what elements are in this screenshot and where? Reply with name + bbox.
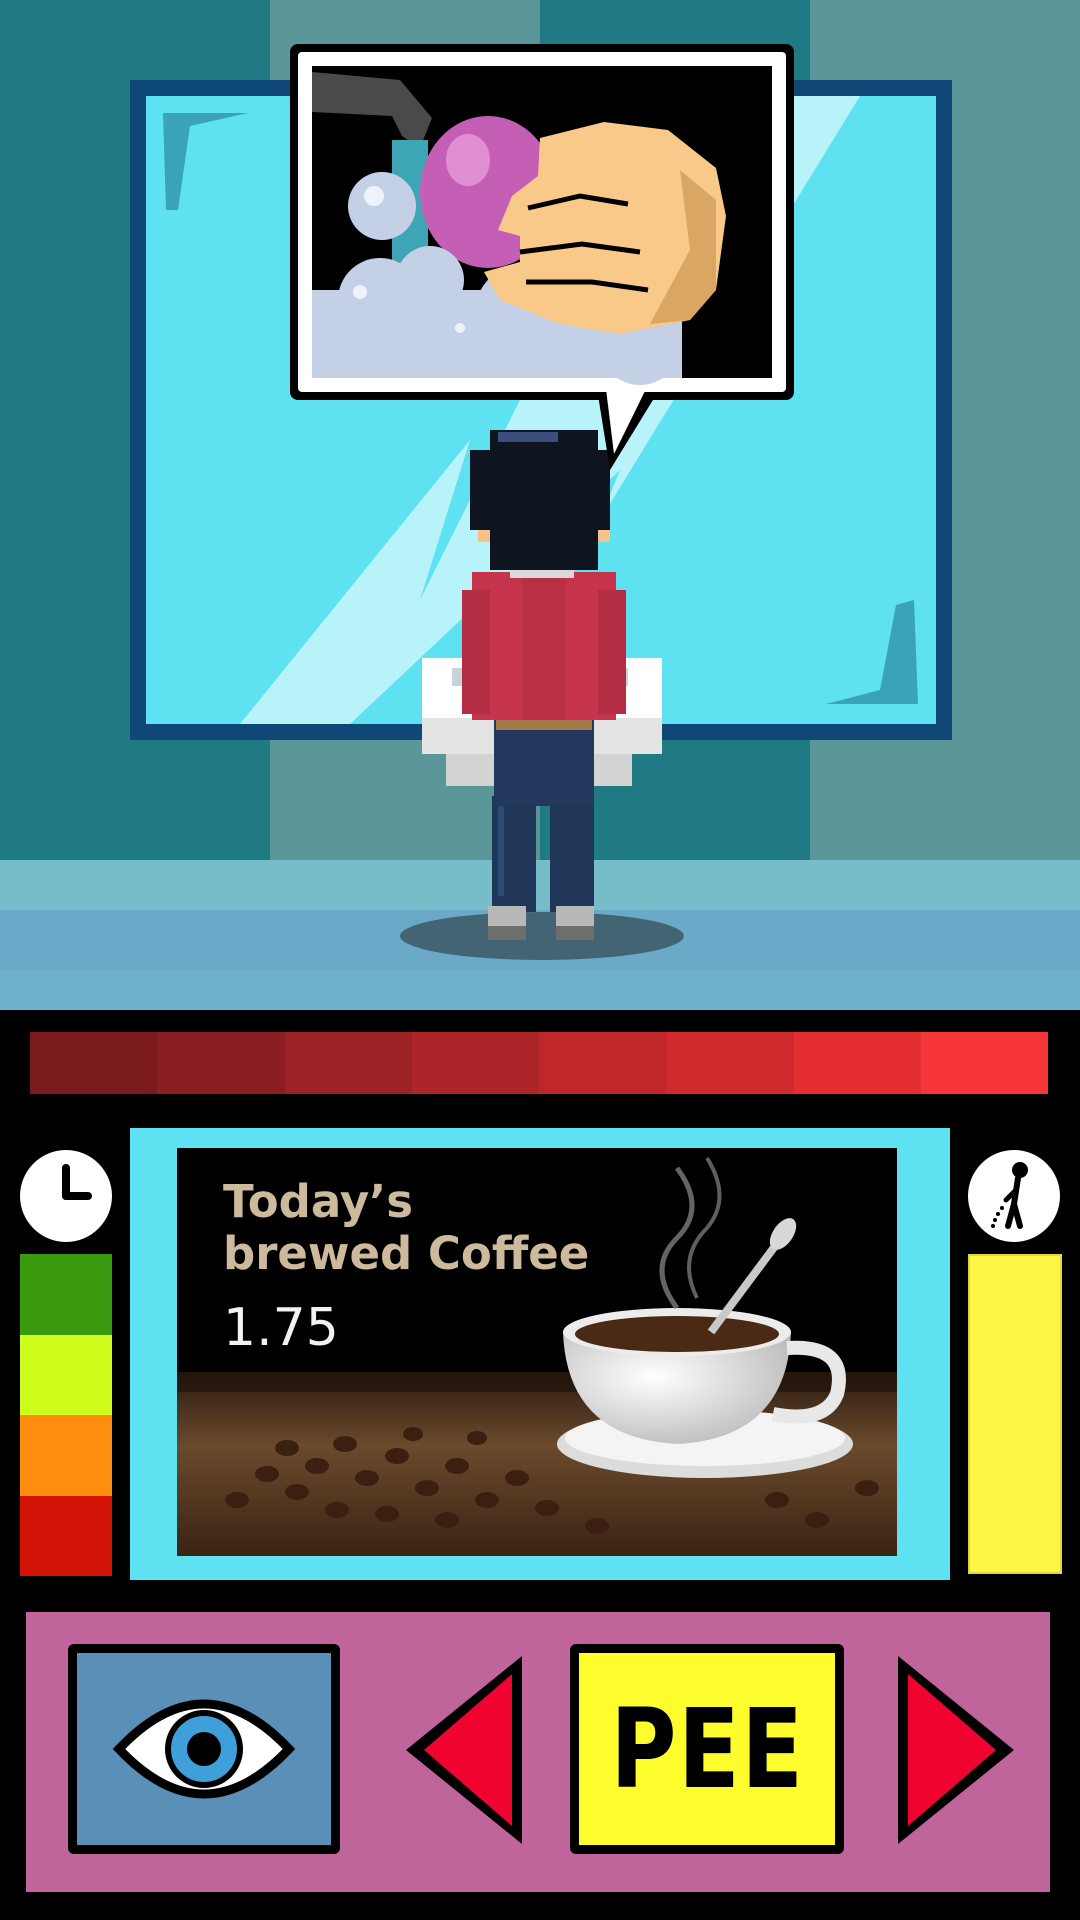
meter-segment (793, 1032, 921, 1094)
advertisement-screen: Today’s brewed Coffee 1.75 (177, 1148, 897, 1556)
meter-segment (157, 1032, 285, 1094)
previous-button[interactable] (398, 1650, 530, 1850)
game-screen: Today’s brewed Coffee 1.75 PEE (0, 0, 1080, 1920)
look-button[interactable] (68, 1644, 340, 1854)
pee-button[interactable]: PEE (570, 1644, 844, 1854)
meter-segment (539, 1032, 667, 1094)
urine-meter (30, 1032, 1048, 1094)
patience-level (20, 1495, 112, 1576)
patience-level (20, 1254, 112, 1335)
meter-segment (411, 1032, 539, 1094)
clock-icon (20, 1150, 112, 1242)
meter-segment (920, 1032, 1048, 1094)
ad-title: Today’s brewed Coffee (223, 1175, 590, 1280)
pee-level-bar (968, 1254, 1062, 1574)
ad-price: 1.75 (223, 1298, 339, 1358)
patience-level (20, 1334, 112, 1415)
next-button[interactable] (890, 1650, 1022, 1850)
eye-icon (112, 1699, 296, 1799)
meter-segment (284, 1032, 412, 1094)
meter-segment (666, 1032, 794, 1094)
patience-level (20, 1415, 112, 1496)
restroom-scene (0, 0, 1080, 1010)
meter-segment (30, 1032, 158, 1094)
arrow-left-icon (406, 1656, 522, 1844)
pee-button-label: PEE (609, 1685, 805, 1813)
peeing-person-icon (968, 1150, 1060, 1242)
patience-bar (20, 1254, 112, 1576)
arrow-right-icon (898, 1656, 1014, 1844)
